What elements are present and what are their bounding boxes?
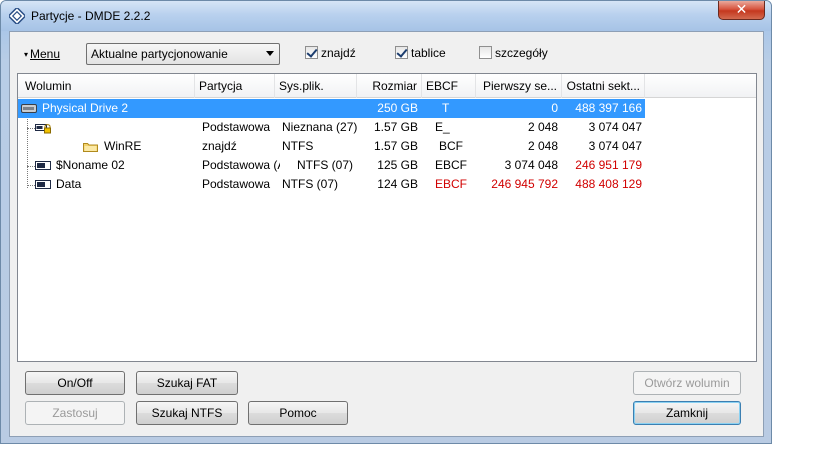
cell-volume: Data [56, 177, 82, 191]
checkbox-znajdz-box[interactable] [305, 46, 318, 59]
cell-partition [199, 99, 273, 118]
partition-icon [35, 161, 51, 170]
checkbox-znajdz-label: znajdź [321, 46, 356, 60]
column-header-partycja[interactable]: Partycja [195, 74, 275, 98]
cell-last-sector: 488 397 166 [575, 101, 642, 115]
cell-partition: Podstawowa (A) [202, 158, 280, 172]
column-header-sys-plik[interactable]: Sys.plik. [275, 74, 357, 98]
partitioning-mode-select[interactable]: Aktualne partycjonowanie [86, 43, 280, 65]
drive-icon [21, 104, 37, 113]
window-title: Partycje - DMDE 2.2.2 [31, 9, 151, 23]
checkbox-znajdz[interactable]: znajdź [305, 46, 356, 62]
checkbox-tablice-label: tablice [411, 46, 446, 60]
search-ntfs-button[interactable]: Szukaj NTFS [136, 401, 238, 425]
cell-filesystem [279, 99, 355, 118]
cell-size: 250 GB [377, 101, 418, 115]
table-row[interactable]: Podstawowa Nieznana (27) 1.57 GB E_ 2 04… [18, 118, 645, 137]
cell-filesystem: Nieznana (27) [282, 120, 358, 134]
column-header-ebcf[interactable]: EBCF [422, 74, 476, 98]
table-row[interactable]: WinRE znajdź NTFS 1.57 GB BCF 2 048 3 07… [18, 137, 645, 156]
cell-first-sector: 2 048 [527, 139, 558, 153]
apply-button[interactable]: Zastosuj [25, 401, 125, 425]
dialog-window: Partycje - DMDE 2.2.2 ✕ ▾ Menu Aktualne p… [0, 0, 772, 444]
cell-filesystem: NTFS (07) [282, 177, 339, 191]
menu-button[interactable]: ▾ Menu [24, 46, 60, 62]
partition-icon [35, 180, 51, 189]
checkbox-szczegoly-box[interactable] [479, 46, 492, 59]
help-button[interactable]: Pomoc [248, 401, 348, 425]
chevron-down-icon [266, 51, 274, 56]
search-fat-button[interactable]: Szukaj FAT [136, 371, 238, 395]
cell-ebcf: EBCF [435, 177, 468, 191]
column-header-ostatni-sektor[interactable]: Ostatni sekt... [562, 74, 645, 98]
cell-last-sector: 246 951 179 [575, 158, 642, 172]
cell-first-sector: 0 [551, 101, 558, 115]
cell-first-sector: 2 048 [527, 120, 558, 134]
cell-partition: Podstawowa [202, 177, 271, 191]
cell-first-sector: 3 074 048 [504, 158, 558, 172]
table-row[interactable]: $Noname 02 Podstawowa (A) NTFS (07) 125 … [18, 156, 645, 175]
cell-size: 124 GB [377, 177, 418, 191]
cell-partition: Podstawowa [202, 120, 271, 134]
partitioning-mode-value: Aktualne partycjonowanie [91, 47, 228, 61]
folder-icon [83, 143, 98, 152]
cell-filesystem: NTFS (07) [297, 158, 354, 172]
cell-size: 1.57 GB [373, 120, 418, 134]
checkbox-tablice[interactable]: tablice [395, 46, 446, 62]
locked-partition-icon [35, 124, 51, 134]
cell-size: 125 GB [377, 158, 418, 172]
cell-volume: $Noname 02 [56, 158, 125, 172]
title-bar[interactable]: Partycje - DMDE 2.2.2 ✕ [1, 1, 771, 31]
dmde-app-icon [9, 8, 25, 24]
column-header-rozmiar[interactable]: Rozmiar [357, 74, 422, 98]
cell-partition: znajdź [202, 139, 237, 153]
cell-last-sector: 3 074 047 [588, 139, 642, 153]
menu-arrow-icon: ▾ [24, 50, 29, 59]
cell-ebcf: BCF [439, 139, 463, 153]
cell-last-sector: 3 074 047 [588, 120, 642, 134]
cell-ebcf: EBCF [435, 158, 468, 172]
checkbox-szczegoly-label: szczegóły [495, 46, 548, 60]
cell-filesystem: NTFS [282, 139, 314, 153]
column-header-wolumin[interactable]: Wolumin [18, 74, 195, 98]
table-header: Wolumin Partycja Sys.plik. Rozmiar EBCF … [18, 74, 756, 98]
cell-volume [56, 118, 192, 137]
menu-label: Menu [30, 47, 61, 61]
cell-last-sector: 488 408 129 [575, 177, 642, 191]
column-header-pierwszy-sektor[interactable]: Pierwszy se... [476, 74, 562, 98]
cell-first-sector: 246 945 792 [491, 177, 558, 191]
cell-ebcf: T [442, 101, 450, 115]
checkbox-tablice-box[interactable] [395, 46, 408, 59]
checkbox-szczegoly[interactable]: szczegóły [479, 46, 548, 62]
table-row[interactable]: Data Podstawowa NTFS (07) 124 GB EBCF 24… [18, 175, 645, 194]
close-button[interactable]: Zamknij [633, 401, 741, 425]
open-volume-button[interactable]: Otwórz wolumin [633, 371, 741, 395]
on-off-button[interactable]: On/Off [25, 371, 125, 395]
cell-ebcf: E_ [435, 120, 450, 134]
dialog-client-area: ▾ Menu Aktualne partycjonowanie znajdź ta… [9, 31, 764, 437]
cell-volume: Physical Drive 2 [42, 101, 129, 115]
close-window-button[interactable]: ✕ [718, 1, 765, 20]
cell-size: 1.57 GB [373, 139, 418, 153]
cell-volume: WinRE [104, 139, 142, 153]
partition-table[interactable]: Wolumin Partycja Sys.plik. Rozmiar EBCF … [17, 73, 757, 362]
table-row-physical-drive[interactable]: Physical Drive 2 250 GB T 0 488 397 166 [18, 99, 645, 118]
